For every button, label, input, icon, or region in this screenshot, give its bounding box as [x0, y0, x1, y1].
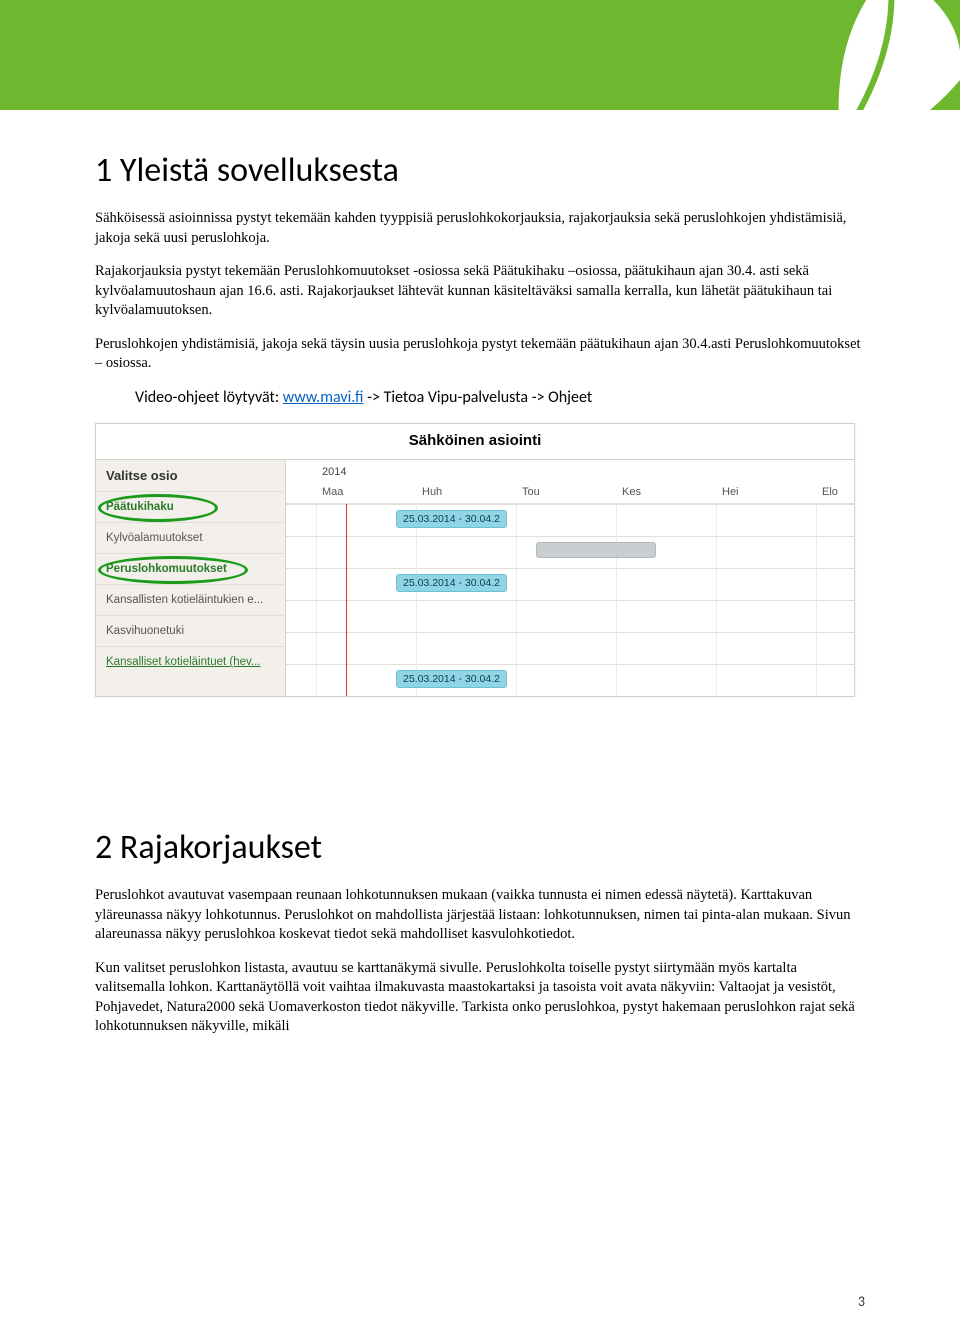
month-label: Elo [822, 486, 838, 498]
sidebar-row-kasvihuone[interactable]: Kasvihuonetuki [96, 615, 285, 646]
section1-paragraph1: Sähköisessä asioinnissa pystyt tekemään … [95, 209, 865, 248]
grid-vline [316, 504, 317, 696]
sidebar-row-kansallisten[interactable]: Kansallisten kotieläintukien e... [96, 584, 285, 615]
screenshot-title: Sähköinen asiointi [96, 424, 854, 460]
timeline-row [286, 632, 854, 664]
sidebar-row-peruslohko[interactable]: Peruslohkomuutokset [96, 553, 285, 584]
sidebar-row-label: Päätukihaku [106, 501, 174, 513]
video-suffix: -> Tietoa Vipu-palvelusta -> Ohjeet [363, 388, 592, 407]
screenshot-timeline: 2014 Maa Huh Tou Kes Hei Elo [286, 460, 854, 696]
month-label: Maa [322, 486, 343, 498]
page-number: 3 [858, 1293, 865, 1310]
month-label: Kes [622, 486, 641, 498]
month-label: Tou [522, 486, 540, 498]
month-label: Hei [722, 486, 739, 498]
video-guide-line: Video-ohjeet löytyvät: www.mavi.fi -> Ti… [135, 388, 865, 407]
timeline-year: 2014 [322, 466, 346, 478]
grid-vline [416, 504, 417, 696]
section2-heading: 2 Rajakorjaukset [95, 827, 865, 868]
section1-paragraph2: Rajakorjauksia pystyt tekemään Peruslohk… [95, 262, 865, 321]
video-prefix: Video-ohjeet löytyvät: [135, 388, 283, 407]
grid-vline [816, 504, 817, 696]
screenshot-sidebar: Valitse osio Päätukihaku Kylvöalamuutoks… [96, 460, 286, 696]
video-link[interactable]: www.mavi.fi [283, 388, 364, 407]
timeline-tag[interactable]: 25.03.2014 - 30.04.2 [396, 510, 507, 528]
month-label: Huh [422, 486, 442, 498]
timeline-tag[interactable]: 25.03.2014 - 30.04.2 [396, 670, 507, 688]
header-band [0, 0, 960, 110]
sidebar-head: Valitse osio [96, 460, 285, 491]
page-content: 1 Yleistä sovelluksesta Sähköisessä asio… [0, 110, 960, 1071]
grid-vline [516, 504, 517, 696]
grid-vline [616, 504, 617, 696]
sidebar-row-kylvo[interactable]: Kylvöalamuutokset [96, 522, 285, 553]
sidebar-row-kansalliset-hev[interactable]: Kansalliset kotieläintuet (hev... [96, 646, 285, 677]
grid-vline [716, 504, 717, 696]
leaf-logo-icon [790, 0, 960, 110]
timeline-bar[interactable] [536, 542, 656, 558]
timeline-row [286, 568, 854, 600]
sidebar-row-paatukihaku[interactable]: Päätukihaku [96, 491, 285, 522]
section2-paragraph2: Kun valitset peruslohkon listasta, avaut… [95, 959, 865, 1037]
timeline-row [286, 504, 854, 536]
section2-paragraph1: Peruslohkot avautuvat vasempaan reunaan … [95, 886, 865, 945]
timeline-row [286, 600, 854, 632]
grid-vline-today [346, 504, 347, 696]
timeline-months: Maa Huh Tou Kes Hei Elo [286, 484, 854, 504]
sidebar-row-label: Peruslohkomuutokset [106, 563, 227, 575]
timeline-row [286, 664, 854, 696]
timeline-tag[interactable]: 25.03.2014 - 30.04.2 [396, 574, 507, 592]
section1-heading: 1 Yleistä sovelluksesta [95, 150, 865, 191]
embedded-screenshot: Sähköinen asiointi Valitse osio Päätukih… [95, 423, 855, 697]
section1-paragraph3: Peruslohkojen yhdistämisiä, jakoja sekä … [95, 335, 865, 374]
screenshot-body: Valitse osio Päätukihaku Kylvöalamuutoks… [96, 460, 854, 696]
